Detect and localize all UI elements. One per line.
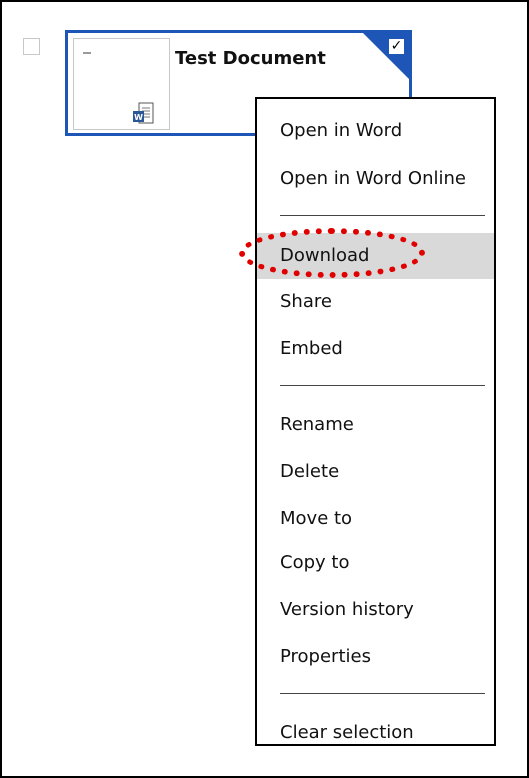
menu-separator: [280, 693, 485, 694]
menu-item-copy-to[interactable]: Copy to: [257, 540, 494, 586]
thumbnail-text-line: [83, 52, 91, 54]
menu-item-download[interactable]: Download: [257, 233, 494, 279]
tile-checkbox-checked[interactable]: ✓: [388, 38, 405, 55]
word-document-icon: W: [133, 102, 154, 124]
document-title[interactable]: Test Document: [175, 48, 326, 69]
menu-item-embed[interactable]: Embed: [257, 326, 494, 372]
menu-item-version-history[interactable]: Version history: [257, 587, 494, 633]
svg-text:W: W: [134, 113, 143, 122]
screenshot-frame: W Test Document ✓ Open in Word Open in W…: [0, 0, 529, 778]
menu-item-rename[interactable]: Rename: [257, 402, 494, 448]
menu-item-share[interactable]: Share: [257, 279, 494, 325]
menu-item-open-in-word[interactable]: Open in Word: [257, 108, 494, 154]
menu-item-move-to[interactable]: Move to: [257, 496, 494, 542]
row-select-checkbox[interactable]: [23, 38, 40, 55]
menu-separator: [280, 215, 485, 216]
menu-separator: [280, 385, 485, 386]
menu-item-clear-selection[interactable]: Clear selection: [257, 710, 494, 756]
document-thumbnail[interactable]: W: [73, 38, 170, 130]
menu-item-delete[interactable]: Delete: [257, 449, 494, 495]
menu-item-properties[interactable]: Properties: [257, 634, 494, 680]
menu-item-open-in-word-online[interactable]: Open in Word Online: [257, 156, 494, 202]
context-menu: Open in Word Open in Word Online Downloa…: [255, 97, 496, 746]
